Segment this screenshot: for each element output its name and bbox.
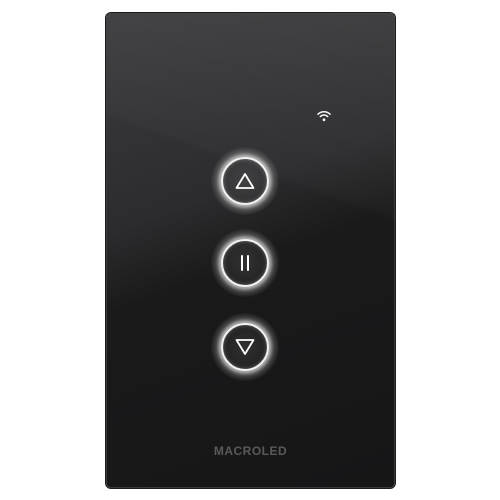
pause-button[interactable] <box>211 229 279 297</box>
up-button[interactable] <box>211 147 279 215</box>
down-button-ring <box>221 323 269 371</box>
wifi-icon <box>317 110 331 122</box>
pause-button-ring <box>221 239 269 287</box>
product-image: MACROLED <box>0 0 500 500</box>
brand-logo-text: MACROLED <box>213 444 288 458</box>
switch-panel: MACROLED <box>106 13 395 488</box>
up-button-ring <box>221 157 269 205</box>
down-button[interactable] <box>211 313 279 381</box>
